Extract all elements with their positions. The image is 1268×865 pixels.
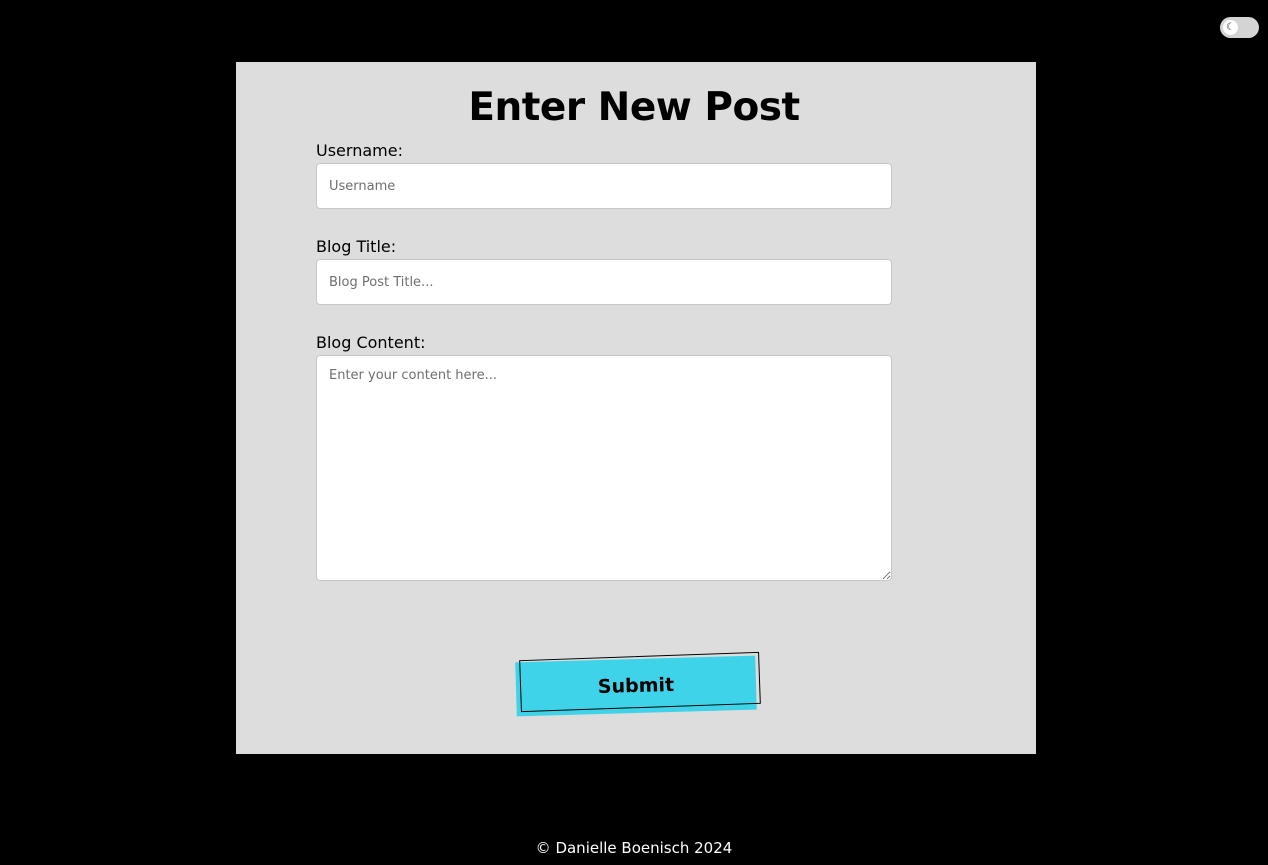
- moon-icon: ☾: [1226, 21, 1235, 33]
- blog-title-input[interactable]: [316, 259, 892, 305]
- toggle-knob: ☾: [1223, 20, 1238, 35]
- username-input[interactable]: [316, 163, 892, 209]
- blog-content-label: Blog Content:: [316, 333, 426, 352]
- blog-content-textarea[interactable]: [316, 355, 892, 581]
- page-title: Enter New Post: [468, 85, 800, 130]
- blog-title-label: Blog Title:: [316, 237, 397, 256]
- username-label: Username:: [316, 141, 403, 160]
- footer-copyright: © Danielle Boenisch 2024: [535, 839, 733, 857]
- submit-button[interactable]: Submit: [515, 651, 762, 719]
- theme-toggle[interactable]: ☾: [1220, 17, 1259, 38]
